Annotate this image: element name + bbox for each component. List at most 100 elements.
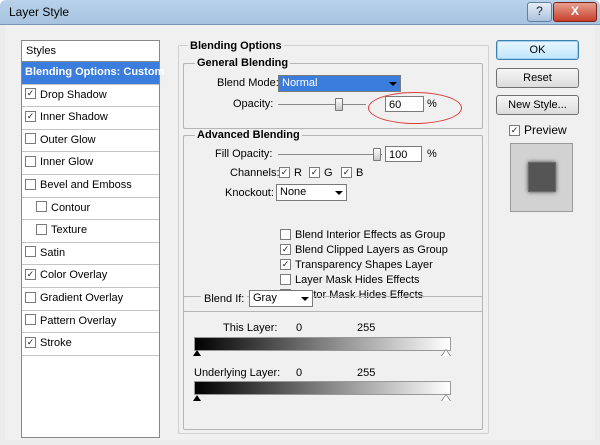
knockout-select[interactable]: None [276,184,347,201]
channels-label: Channels: [230,167,280,179]
advanced-option-1[interactable]: ✓ Blend Clipped Layers as Group [280,243,448,256]
channel-g-checkbox[interactable]: ✓ G [309,166,333,179]
preview-thumbnail [510,143,573,212]
this-layer-label: This Layer: [223,322,278,334]
layer-style-window: Layer Style ? X Styles Blending Options:… [0,0,600,445]
fill-opacity-label: Fill Opacity: [215,148,273,160]
underlying-layer-white-slider[interactable] [442,395,450,401]
fill-opacity-percent: % [427,148,437,160]
style-item-bevel-and-emboss[interactable]: Bevel and Emboss [22,175,159,198]
style-item-satin[interactable]: Satin [22,243,159,266]
checkbox-icon[interactable] [25,246,36,258]
style-item-label: Pattern Overlay [40,314,117,327]
style-item-inner-glow[interactable]: Inner Glow [22,152,159,175]
preview-checkbox[interactable]: ✓ Preview [509,123,567,137]
channel-r-checkbox[interactable]: ✓ R [279,166,302,179]
advanced-option-3[interactable]: Layer Mask Hides Effects [280,273,420,286]
styles-header: Styles [22,41,159,62]
advanced-option-0[interactable]: Blend Interior Effects as Group [280,228,445,241]
blend-mode-value: Normal [282,77,318,89]
this-layer-gradient [194,337,451,351]
underlying-layer-gradient [194,381,451,395]
style-item-color-overlay[interactable]: ✓ Color Overlay [22,265,159,288]
blend-if-value: Gray [253,292,277,304]
style-item-gradient-overlay[interactable]: Gradient Overlay [22,288,159,311]
style-item-drop-shadow[interactable]: ✓ Drop Shadow [22,85,159,108]
opacity-slider-track[interactable] [278,104,366,105]
blend-mode-select[interactable]: Normal [278,75,401,92]
style-item-texture[interactable]: Texture [22,220,159,243]
checkbox-icon: ✓ [280,258,291,270]
checkbox-icon [280,273,291,285]
this-layer-white-slider[interactable] [442,350,450,356]
channel-g-label: G [324,167,333,179]
checkbox-icon [280,228,291,240]
checkbox-icon[interactable] [36,223,47,235]
opacity-slider-thumb[interactable] [335,98,343,111]
style-item-stroke[interactable]: ✓ Stroke [22,333,159,356]
checkbox-icon[interactable]: ✓ [25,268,36,280]
dialog-body: Styles Blending Options: Custom ✓ Drop Sha… [5,25,595,440]
checkbox-icon[interactable] [25,133,36,145]
reset-button[interactable]: Reset [496,68,579,88]
style-item-label: Drop Shadow [40,88,107,101]
knockout-label: Knockout: [225,187,274,199]
blend-if-group [183,296,483,430]
style-item-label: Gradient Overlay [40,291,124,304]
advanced-blending-title: Advanced Blending [195,129,302,141]
fill-opacity-slider-track[interactable] [278,154,382,155]
style-item-blending-options-custom[interactable]: Blending Options: Custom [22,62,164,85]
style-item-outer-glow[interactable]: Outer Glow [22,130,159,153]
style-item-label: Texture [51,224,88,237]
checkbox-icon[interactable]: ✓ [25,110,36,122]
close-button[interactable]: X [553,2,597,22]
fill-opacity-slider-thumb[interactable] [373,148,381,161]
advanced-option-label: Blend Clipped Layers as Group [295,244,448,256]
this-layer-max: 255 [357,322,376,334]
advanced-option-2[interactable]: ✓ Transparency Shapes Layer [280,258,433,271]
title-bar: Layer Style ? X [0,0,600,25]
style-item-label: Blending Options: Custom [25,66,165,78]
style-item-inner-shadow[interactable]: ✓ Inner Shadow [22,107,159,130]
style-item-label: Satin [40,246,66,259]
ok-button[interactable]: OK [496,40,579,60]
this-layer-black-slider[interactable] [193,350,201,356]
underlying-layer-min: 0 [296,367,303,379]
checkbox-icon[interactable] [25,291,36,303]
checkbox-icon[interactable]: ✓ [25,336,36,348]
blend-if-select[interactable]: Gray [249,290,313,307]
checkbox-icon[interactable] [25,314,36,326]
checkbox-icon[interactable] [25,178,36,190]
checkbox-icon[interactable] [36,201,47,213]
blending-options-title: Blending Options [188,40,284,52]
checkbox-icon[interactable] [25,155,36,167]
styles-list: Styles Blending Options: Custom ✓ Drop Sha… [21,40,164,438]
this-layer-min: 0 [296,322,303,334]
checkbox-icon[interactable]: ✓ [25,88,36,100]
knockout-value: None [280,186,307,198]
help-button[interactable]: ? [527,2,552,22]
general-blending-title: General Blending [195,57,291,69]
chevron-down-icon [335,191,343,195]
style-item-pattern-overlay[interactable]: Pattern Overlay [22,311,159,334]
channel-b-checkbox[interactable]: ✓ B [341,166,363,179]
chevron-down-icon [301,297,309,301]
fill-opacity-input[interactable]: 100 [385,146,422,162]
style-item-label: Bevel and Emboss [40,178,132,191]
style-item-contour[interactable]: Contour [22,198,159,221]
check-icon: ✓ [341,166,352,178]
underlying-layer-black-slider[interactable] [193,395,201,401]
advanced-option-label: Layer Mask Hides Effects [295,274,420,286]
style-item-label: Color Overlay [40,269,108,282]
advanced-option-label: Transparency Shapes Layer [295,259,433,271]
preview-label: Preview [524,123,567,137]
blend-mode-label: Blend Mode: [217,77,279,89]
fill-opacity-value: 100 [389,149,408,161]
underlying-layer-max: 255 [357,367,376,379]
style-item-label: Inner Shadow [40,111,108,124]
style-item-label: Stroke [40,337,72,350]
style-item-label: Inner Glow [40,156,94,169]
check-icon: ✓ [279,166,290,178]
new-style-button[interactable]: New Style... [496,95,579,115]
preview-swatch [528,162,556,192]
